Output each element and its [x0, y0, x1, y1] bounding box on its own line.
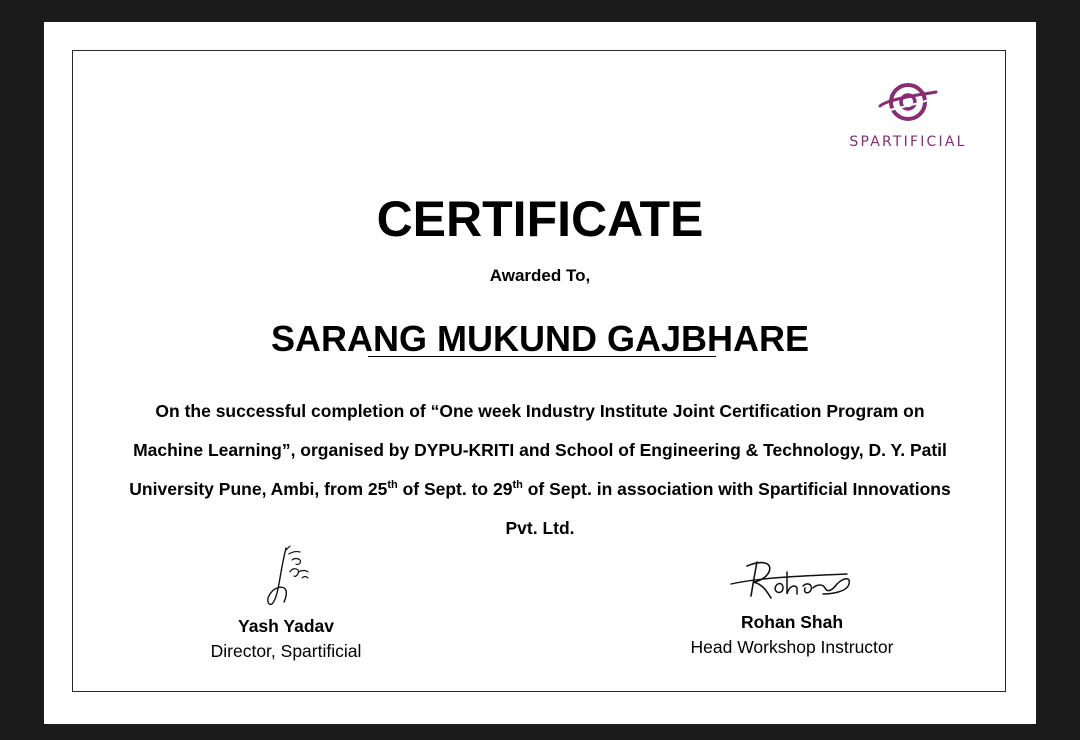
signatory-role: Head Workshop Instructor [690, 637, 894, 657]
awarded-to-label: Awarded To, [489, 266, 591, 285]
signatory-instructor: Rohan Shah Head Workshop Instructor [672, 554, 912, 658]
description-part-2: of Sept. to 29 [397, 479, 513, 499]
certificate-description: On the successful completion of “One wee… [128, 392, 952, 548]
signature-yash-yadav [267, 545, 309, 606]
recipient-name: SARANG MUKUND GAJBHARE [270, 318, 809, 359]
certificate-title: CERTIFICATE [376, 191, 704, 247]
ordinal-suffix: th [387, 479, 398, 492]
signatory-director: Yash Yadav Director, Spartificial [184, 542, 388, 662]
ordinal-suffix: th [512, 479, 523, 492]
signatory-name: Rohan Shah [740, 612, 844, 632]
signatory-name: Yash Yadav [237, 616, 334, 636]
name-underline [368, 356, 716, 357]
certificate-sheet: SPARTIFICIAL CERTIFICATE Awarded To, SAR… [44, 22, 1036, 724]
signature-rohan [730, 561, 851, 599]
brand-name: SPARTIFICIAL [849, 134, 967, 150]
description-part-3: of Sept. in association with Spartificia… [505, 479, 951, 538]
spartificial-logo-icon [878, 83, 938, 121]
signatory-role: Director, Spartificial [210, 641, 362, 661]
brand-logo: SPARTIFICIAL [838, 78, 978, 154]
